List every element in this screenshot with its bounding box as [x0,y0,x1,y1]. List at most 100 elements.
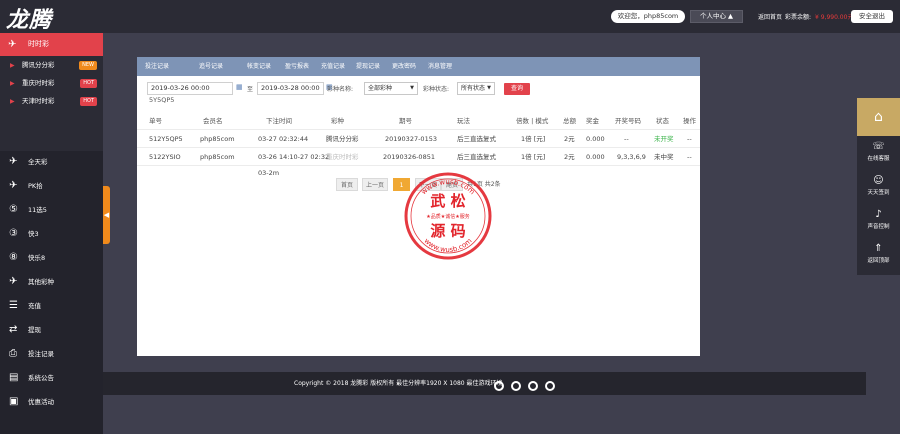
tab-account-change[interactable]: 帐变记录 [247,57,271,76]
query-button[interactable]: 查询 [504,83,530,95]
sidebar-item-withdraw[interactable]: ⇄ 提现 [0,319,103,341]
cell-total: 2元 [564,135,575,143]
daily-checkin-label: 天天签到 [867,190,890,196]
sidebar-item-label: 系统公告 [28,374,54,382]
sidebar-item-recharge[interactable]: ☰ 充值 [0,295,103,317]
start-date-input[interactable]: 2019-03-26 00:00 [147,82,233,95]
cell-member: php85com [200,135,235,143]
sidebar-collapse-toggle[interactable]: ◀ [103,186,110,244]
notice-icon: ▤ [9,372,19,383]
chevron-down-icon: ▼ [487,85,491,91]
cell-action[interactable]: -- [687,130,692,148]
prev-page-button[interactable]: 上一页 [362,178,388,191]
sidebar-sub-tencent[interactable]: ▶ 腾讯分分彩 NEW [0,57,103,74]
sidebar-sub-label: 天津时时彩 [22,97,55,105]
date-to-label: 至 [247,86,254,93]
tab-profit-report[interactable]: 盈亏报表 [285,57,309,76]
sound-control-button[interactable]: ♪ 声音控制 [857,204,900,238]
sidebar-item-label: 投注记录 [28,350,54,358]
back-home-link[interactable]: 返回首页 [758,12,782,21]
tab-messages[interactable]: 消息管理 [428,57,452,76]
sidebar-item-other[interactable]: ✈ 其他彩种 [0,271,103,293]
back-top-icon: ⇑ [874,243,883,254]
cell-prize: 0.000 [586,153,605,161]
status-select-value: 所有状态 [461,85,486,92]
tab-recharge-record[interactable]: 充值记录 [321,57,345,76]
col-order-no: 单号 [149,117,162,125]
stamp-slogan: ★品质★诚信★服务 [426,213,469,220]
col-total: 总额 [563,117,576,125]
chrome-icon [494,381,504,391]
cell-multiple-mode: 1倍 [元] [521,135,546,143]
racing-icon: ✈ [9,180,18,191]
record-tabs: 投注记录 追号记录 帐变记录 盈亏报表 充值记录 提现记录 更改密码 消息管理 [137,57,700,76]
recharge-icon: ☰ [9,300,18,311]
sidebar-sub-chongqing[interactable]: ▶ 重庆时时彩 HOT [0,75,103,92]
back-to-top-button[interactable]: ⇑ 返回顶部 [857,238,900,272]
safari-icon [510,381,521,391]
online-service-label: 在线客服 [867,156,890,162]
tab-withdraw-record[interactable]: 提现记录 [356,57,380,76]
tab-bet-record[interactable]: 投注记录 [145,57,169,76]
sidebar-item-label: 提现 [28,326,41,334]
cell-status: 未中奖 [654,153,674,161]
sidebar-item-label: 全天彩 [28,158,48,166]
col-draw-number: 开奖号码 [615,117,641,125]
daily-checkin-button[interactable]: ☺ 天天签到 [857,170,900,204]
caret-up-icon: ▲ [728,12,734,20]
tab-chase-record[interactable]: 追号记录 [199,57,223,76]
chevron-right-icon: ▶ [10,98,15,105]
sidebar-item-pk10[interactable]: ✈ PK拾 [0,175,103,197]
sidebar-sub-tianjin[interactable]: ▶ 天津时时彩 HOT [0,93,103,110]
sidebar-item-k3[interactable]: ③ 快3 [0,223,103,245]
table-row[interactable]: 5122YSIO php85com 03-26 14:10-27 02:32 重… [137,148,700,166]
sidebar-item-bet-record[interactable]: ⎙ 投注记录 [0,343,103,365]
cell-order-no: 5122YSIO [149,153,181,161]
logout-button[interactable]: 安全退出 [851,10,893,23]
footer: Copyright © 2018 龙腾彩 版权所有 最佳分辨率1920 X 10… [103,372,866,395]
cell-bet-time: 03-26 14:10-27 02:32 [258,153,330,161]
stamp-line1: 武 松 [430,192,465,210]
first-page-button[interactable]: 首页 [336,178,358,191]
sidebar-item-11x5[interactable]: ⑤ 11选5 [0,199,103,221]
status-select[interactable]: 所有状态 ▼ [457,82,495,95]
home-button[interactable]: ⌂ [857,98,900,136]
firefox-icon [527,381,538,391]
top-bar: 龙腾 欢迎您，php85com 个人中心 ▲ 返回首页 彩票余额: ¥ 9,99… [0,0,900,33]
order-fragment: 5Y5QP5 [149,96,175,104]
calendar-icon[interactable]: ▦ [236,83,243,91]
sidebar-item-quantian[interactable]: ✈ 全天彩 [0,151,103,173]
col-lottery: 彩种 [331,117,344,125]
sidebar-item-label: PK拾 [28,182,43,190]
cell-lottery: 重庆时时彩 [326,153,359,161]
end-date-input[interactable]: 2019-03-28 00:00 [257,82,324,95]
sidebar-item-kl8[interactable]: ⑧ 快乐8 [0,247,103,269]
tab-change-password[interactable]: 更改密码 [392,57,416,76]
cell-action[interactable]: -- [687,148,692,166]
sidebar-item-label: 优惠活动 [28,398,54,406]
sound-icon: ♪ [875,209,882,220]
checkin-icon: ☺ [873,175,884,186]
sidebar-head-label: 时时彩 [28,40,49,48]
lottery-select[interactable]: 全部彩种 ▼ [364,82,418,95]
chevron-down-icon: ▼ [410,85,414,91]
withdraw-icon: ⇄ [9,324,18,335]
col-member: 会员名 [203,117,223,125]
cell-play: 后三直选复式 [457,153,496,161]
online-service-button[interactable]: ☏ 在线客服 [857,136,900,170]
cell-issue: 20190326-0851 [383,153,435,161]
table-row[interactable]: 512Y5QP5 php85com 03-27 02:32:44 腾讯分分彩 2… [137,130,700,148]
fast3-icon: ③ [9,228,18,239]
cell-member: php85com [200,153,235,161]
table-header-row: 单号 会员名 下注时间 彩种 期号 玩法 倍数 | 模式 总额 奖金 开奖号码 … [137,112,700,130]
chevron-left-icon: ◀ [103,211,110,219]
user-center-button[interactable]: 个人中心 ▲ [690,10,743,23]
sidebar-item-notice[interactable]: ▤ 系统公告 [0,367,103,389]
sidebar-item-promo[interactable]: ▣ 优惠活动 [0,391,103,413]
col-multiple-mode: 倍数 | 模式 [516,117,549,125]
site-logo[interactable]: 龙腾 [6,2,52,33]
headset-icon: ☏ [872,141,885,152]
sidebar-menu: ✈ 全天彩 ✈ PK拾 ⑤ 11选5 ③ 快3 ⑧ 快乐8 ✈ 其他彩种 ☰ 充值 ⇄ 提现 ⎙… [0,151,103,434]
sidebar-item-label: 快乐8 [28,254,46,262]
sidebar-head-ssc[interactable]: ✈ 时时彩 [0,33,103,56]
